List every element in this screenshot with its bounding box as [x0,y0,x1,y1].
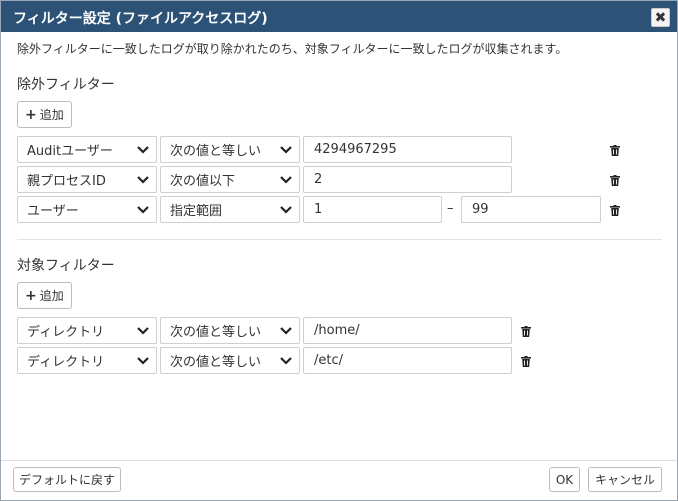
chevron-down-icon [280,327,292,335]
chevron-down-icon [137,206,149,214]
target-row-1-op-value: 次の値と等しい [170,325,262,340]
exclude-row-3-range-from-input[interactable]: 1 [303,196,442,223]
dialog-description: 除外フィルターに一致したログが取り除かれたのち、対象フィルターに一致したログが収… [17,42,568,56]
trash-icon[interactable] [521,356,531,367]
chevron-down-icon [280,206,292,214]
footer-divider [1,460,677,461]
chevron-down-icon [137,176,149,184]
target-row-2-op-value: 次の値と等しい [170,355,262,370]
target-add-label: 追加 [39,289,64,303]
exclude-row-1-op-value: 次の値と等しい [170,144,262,159]
target-row-2-field-select[interactable]: ディレクトリ [17,347,157,374]
trash-icon[interactable] [610,145,620,156]
dialog-title: フィルター設定 (ファイルアクセスログ) [13,11,268,27]
exclude-row-2-op-select[interactable]: 次の値以下 [160,166,300,193]
exclude-row-3-field-value: ユーザー [27,204,79,219]
target-row-2-field-value: ディレクトリ [27,355,105,370]
filter-settings-dialog: フィルター設定 (ファイルアクセスログ) ✖ 除外フィルターに一致したログが取り… [0,0,678,501]
plus-icon: + [25,106,37,123]
reset-default-button[interactable]: デフォルトに戻す [13,467,121,492]
target-row-2-op-select[interactable]: 次の値と等しい [160,347,300,374]
close-button[interactable]: ✖ [651,8,670,27]
exclude-add-button[interactable]: + 追加 [17,101,72,128]
exclude-row-2-field-value: 親プロセスID [27,174,106,189]
target-row-2-value-input[interactable]: /etc/ [303,347,512,374]
chevron-down-icon [137,327,149,335]
chevron-down-icon [280,146,292,154]
exclude-row-2-field-select[interactable]: 親プロセスID [17,166,157,193]
exclude-row-2-op-value: 次の値以下 [170,174,236,189]
target-row-1-op-select[interactable]: 次の値と等しい [160,317,300,344]
exclude-filter-title: 除外フィルター [17,77,115,93]
exclude-row-3-op-value: 指定範囲 [170,204,223,219]
exclude-row-1-op-select[interactable]: 次の値と等しい [160,136,300,163]
dialog-titlebar: フィルター設定 (ファイルアクセスログ) ✖ [1,1,677,32]
trash-icon[interactable] [610,175,620,186]
target-row-1-value-input[interactable]: /home/ [303,317,512,344]
trash-icon[interactable] [610,205,620,216]
chevron-down-icon [280,176,292,184]
chevron-down-icon [137,146,149,154]
target-row-1-field-value: ディレクトリ [27,325,105,340]
close-icon: ✖ [654,9,667,26]
plus-icon: + [25,287,37,304]
target-add-button[interactable]: + 追加 [17,282,72,309]
exclude-row-1-field-select[interactable]: Auditユーザー [17,136,157,163]
chevron-down-icon [280,357,292,365]
chevron-down-icon [137,357,149,365]
section-divider [17,239,662,240]
exclude-row-1-value-input[interactable]: 4294967295 [303,136,512,163]
cancel-button[interactable]: キャンセル [588,467,662,492]
exclude-row-3-field-select[interactable]: ユーザー [17,196,157,223]
ok-button[interactable]: OK [549,467,580,492]
exclude-row-1-field-value: Auditユーザー [27,144,113,159]
exclude-row-3-op-select[interactable]: 指定範囲 [160,196,300,223]
exclude-row-3-range-to-input[interactable]: 99 [461,196,601,223]
exclude-add-label: 追加 [39,108,64,122]
trash-icon[interactable] [521,326,531,337]
target-filter-title: 対象フィルター [17,258,115,274]
target-row-1-field-select[interactable]: ディレクトリ [17,317,157,344]
range-separator: – [447,201,454,216]
exclude-row-2-value-input[interactable]: 2 [303,166,512,193]
